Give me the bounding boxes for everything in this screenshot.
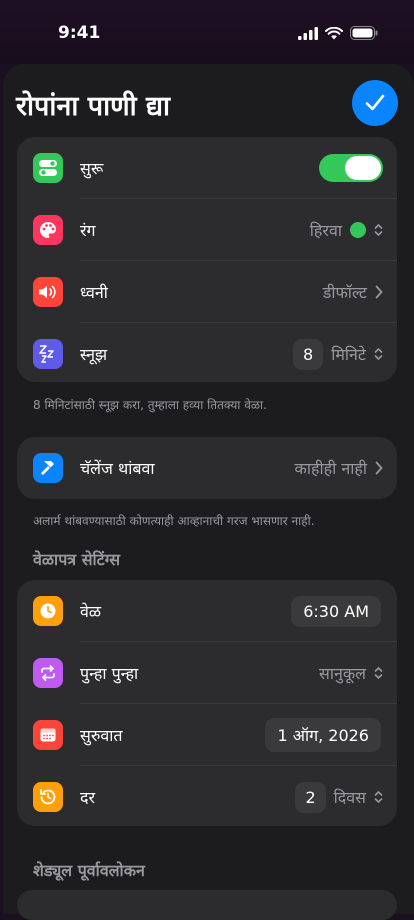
updown-chevron-icon [374,791,383,803]
clock-icon [33,596,63,626]
snooze-label: स्नूझ [80,345,108,364]
status-time: 9:41 [58,23,101,43]
updown-chevron-icon [374,348,383,360]
rate-label: दर [80,788,96,807]
updown-chevron-icon [374,667,383,679]
start-label: सुरुवात [80,726,123,745]
snooze-row: स्नूझ 8 मिनिटे [17,323,397,385]
challenge-footnote: अलार्म थांबवण्यासाठी कोणत्याही आव्हानाची… [33,514,315,528]
stop-challenge-value: काहीही नाही [294,459,367,478]
repeat-row[interactable]: पुन्हा पुन्हा सानुकूल [17,642,397,704]
repeat-value: सानुकूल [319,664,366,683]
start-date-pill[interactable]: 1 ऑग, 2026 [265,718,381,752]
color-row[interactable]: रंग हिरवा [17,199,397,261]
rate-number-value[interactable]: 2 [295,781,326,813]
page-title: रोपांना पाणी द्या [16,91,170,122]
rate-row: दर 2 दिवस [17,766,397,828]
schedule-preview-card [17,890,397,920]
time-value-pill[interactable]: 6:30 AM [291,595,381,627]
checkmark-icon [365,94,385,111]
palette-icon [33,215,63,245]
color-swatch [350,222,366,238]
wifi-icon [325,26,343,39]
start-row: सुरुवात 1 ऑग, 2026 [17,704,397,766]
zzz-icon [33,339,63,369]
repeat-icon [33,658,63,688]
battery-icon [350,26,378,40]
rate-unit[interactable]: दिवस [334,786,366,808]
stop-challenge-row[interactable]: चॅलेंज थांबवा काहीही नाही [17,437,397,499]
chevron-right-icon [375,461,383,475]
stop-challenge-label: चॅलेंज थांबवा [80,459,155,478]
status-icons [298,26,378,40]
toggle-icon [33,153,63,183]
snooze-footnote: 8 मिनिटांसाठी स्नूझ करा, तुम्हाला हव्या … [33,398,267,412]
sound-value: डीफॉल्ट [322,283,367,302]
speaker-icon [33,277,63,307]
schedule-card: वेळ 6:30 AM पुन्हा पुन्हा सानुकूल सुरुवा… [17,580,397,826]
snooze-unit[interactable]: मिनिटे [331,343,366,365]
hammer-icon [33,453,63,483]
enabled-row: सुरू [17,137,397,199]
schedule-settings-header: वेळापत्र सेटिंग्स [33,550,121,569]
sound-row[interactable]: ध्वनी डीफॉल्ट [17,261,397,323]
color-value: हिरवा [309,221,342,240]
updown-chevron-icon [374,224,383,236]
enabled-toggle[interactable] [319,154,383,182]
schedule-preview-header: शेड्यूल पूर्वावलोकन [33,861,145,880]
challenge-card: चॅलेंज थांबवा काहीही नाही [17,437,397,499]
done-button[interactable] [352,80,398,126]
sound-label: ध्वनी [80,283,108,302]
chevron-right-icon [375,285,383,299]
signal-icon [298,26,318,40]
time-label: वेळ [80,602,102,621]
repeat-label: पुन्हा पुन्हा [80,664,139,683]
history-icon [33,782,63,812]
alarm-settings-card: सुरू रंग हिरवा ध्वनी डीफॉल्ट स्नूझ 8 मिन… [17,137,397,382]
color-label: रंग [80,221,96,240]
snooze-minutes-value[interactable]: 8 [293,338,324,370]
status-bar: 9:41 [0,0,414,64]
calendar-icon [33,720,63,750]
time-row: वेळ 6:30 AM [17,580,397,642]
enabled-label: सुरू [80,159,104,178]
